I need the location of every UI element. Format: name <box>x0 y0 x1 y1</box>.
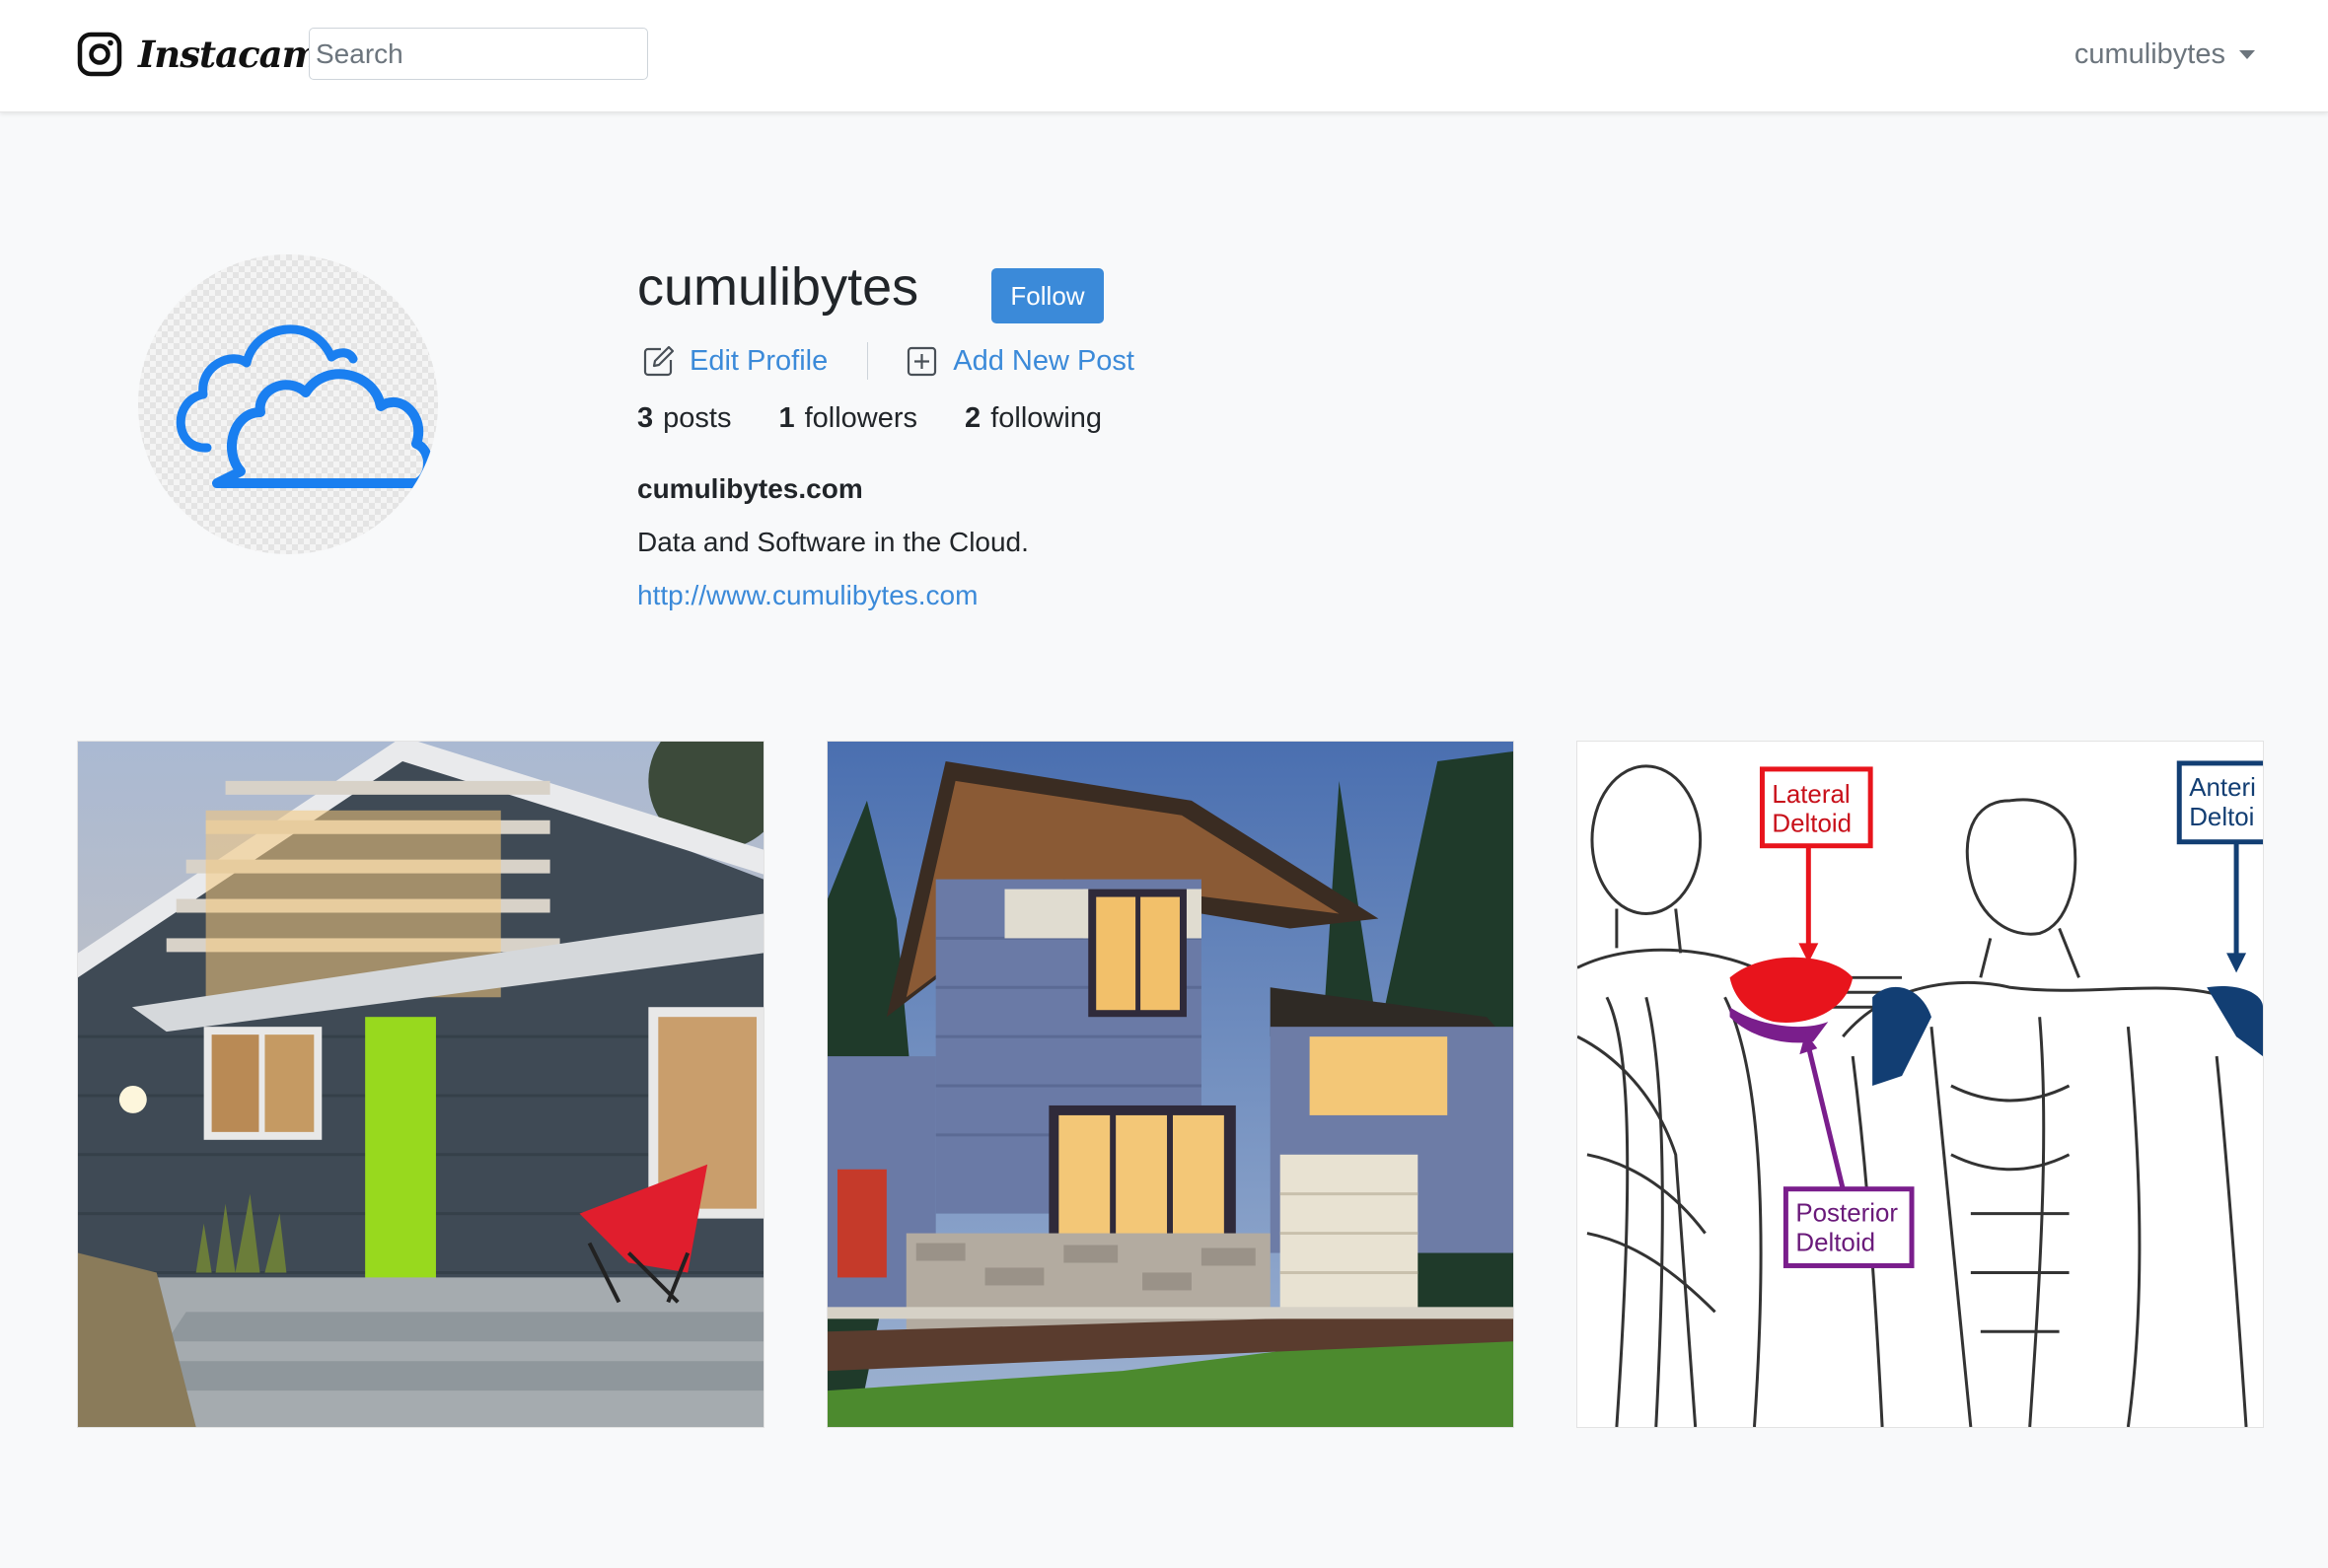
profile-bio: Data and Software in the Cloud. <box>637 527 1029 557</box>
svg-text:Deltoid: Deltoid <box>1772 811 1852 838</box>
svg-text:Deltoi: Deltoi <box>2189 804 2254 831</box>
cloud-icon <box>176 324 433 488</box>
following-count[interactable]: 2 following <box>965 402 1102 435</box>
follow-button[interactable]: Follow <box>991 268 1104 323</box>
profile-actions: Edit Profile Add New Post <box>642 341 1134 381</box>
caret-down-icon <box>2239 50 2255 59</box>
diagram-label-posterior: Posterior <box>1795 1200 1898 1228</box>
posts-count: 3 posts <box>637 402 732 434</box>
followers-count[interactable]: 1 followers <box>778 402 917 435</box>
profile-stats: 3 posts 1 followers 2 following <box>637 402 1149 435</box>
avatar <box>138 254 438 554</box>
post-thumbnail[interactable] <box>77 741 764 1428</box>
search-input[interactable] <box>309 28 648 80</box>
edit-icon <box>643 345 675 377</box>
svg-text:Deltoid: Deltoid <box>1795 1230 1875 1257</box>
post-thumbnail[interactable] <box>827 741 1514 1428</box>
user-dropdown-label: cumulibytes <box>2073 38 2225 70</box>
profile-username: cumulibytes <box>637 257 919 317</box>
camera-logo-icon <box>77 32 122 77</box>
edit-profile-link[interactable]: Edit Profile <box>642 344 828 378</box>
house-photo <box>828 742 1513 1427</box>
add-new-post-link[interactable]: Add New Post <box>906 344 1134 378</box>
edit-profile-label: Edit Profile <box>690 344 829 377</box>
anatomy-diagram: Lateral Deltoid Posterior Deltoid Anteri… <box>1577 742 2263 1427</box>
post-thumbnail[interactable]: Lateral Deltoid Posterior Deltoid Anteri… <box>1576 741 2264 1428</box>
profile-website-link[interactable]: http://www.cumulibytes.com <box>637 580 978 611</box>
brand[interactable]: Instacam <box>77 30 321 79</box>
navbar: Instacam cumulibytes <box>0 0 2328 112</box>
add-new-post-label: Add New Post <box>953 344 1134 377</box>
profile-site-title: cumulibytes.com <box>637 473 863 504</box>
brand-name: Instacam <box>138 33 321 76</box>
diagram-label-lateral: Lateral <box>1772 781 1850 809</box>
house-photo <box>78 742 764 1427</box>
user-dropdown[interactable]: cumulibytes <box>2074 33 2255 77</box>
plus-square-icon <box>908 346 937 377</box>
diagram-label-anterior: Anteri <box>2189 774 2256 802</box>
action-divider <box>867 342 869 380</box>
